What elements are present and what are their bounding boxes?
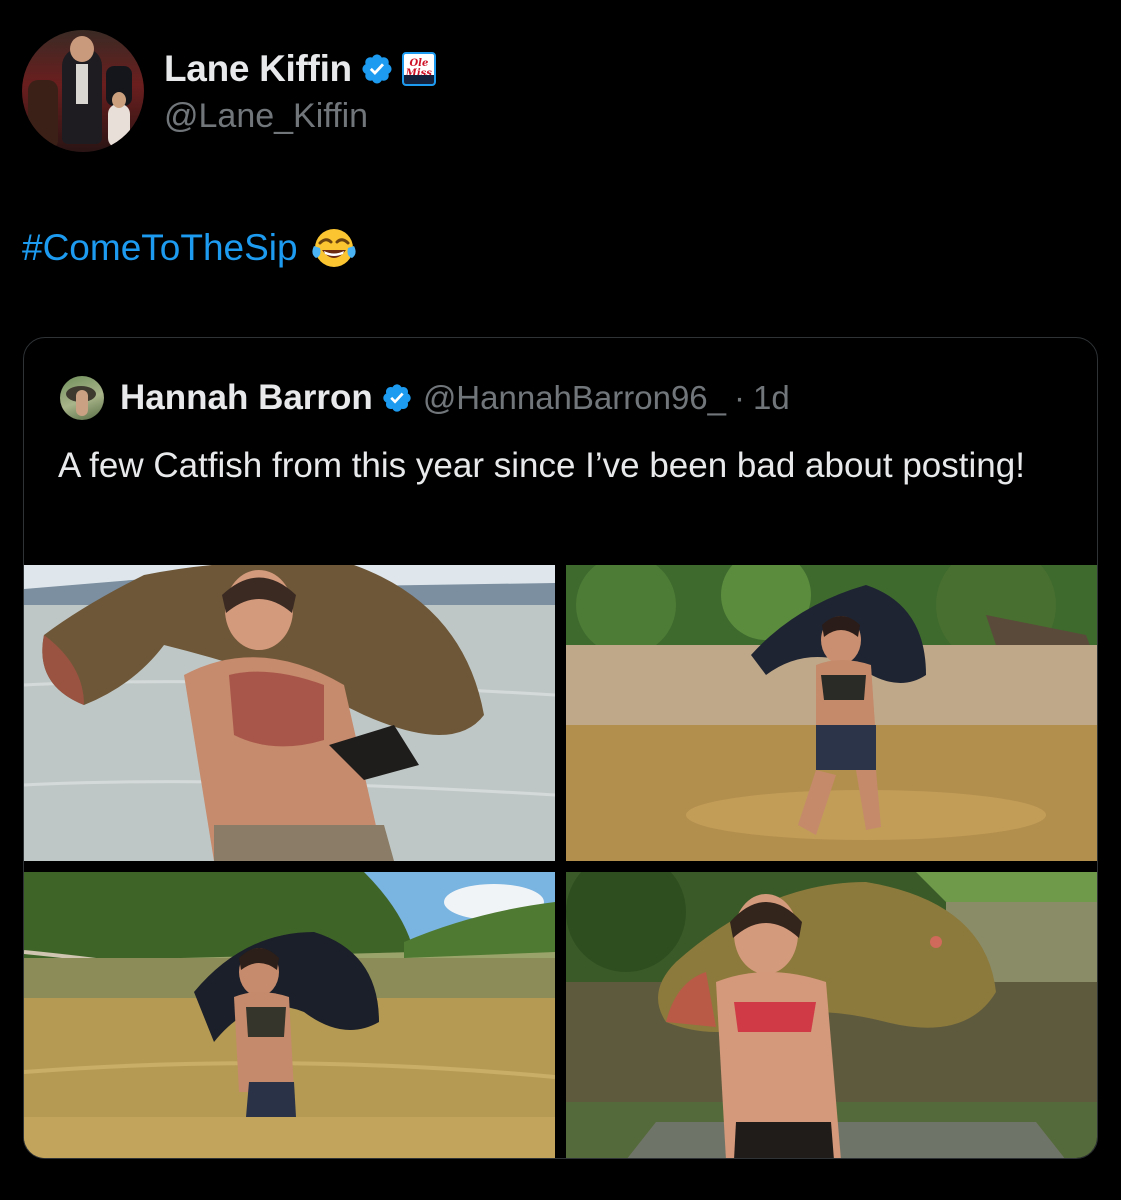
affiliation-badge[interactable]: Ole Miss xyxy=(401,51,436,86)
verified-badge-icon xyxy=(362,53,392,84)
tweet-text: #ComeToTheSip xyxy=(22,224,358,272)
quoted-tweet-card[interactable]: Hannah Barron @HannahBarron96_ · 1d A fe… xyxy=(23,337,1098,1159)
quoted-author-handle[interactable]: @HannahBarron96_ xyxy=(423,379,726,417)
tears-of-joy-emoji-icon xyxy=(311,229,356,267)
quoted-author-avatar[interactable] xyxy=(60,376,104,420)
author-display-name[interactable]: Lane Kiffin xyxy=(164,48,352,90)
quoted-photo-1[interactable] xyxy=(24,565,555,861)
affiliation-badge-text: Ole Miss xyxy=(405,57,432,79)
verified-badge-icon xyxy=(383,384,411,412)
quoted-photo-4[interactable] xyxy=(566,872,1097,1158)
author-handle[interactable]: @Lane_Kiffin xyxy=(164,97,436,136)
tweet-author[interactable]: Lane Kiffin Ole Miss @Lane_Kiffin xyxy=(22,30,436,152)
quoted-photo-2[interactable] xyxy=(566,565,1097,861)
author-avatar[interactable] xyxy=(22,30,144,152)
quoted-photo-3[interactable] xyxy=(24,872,555,1158)
quoted-tweet-text: A few Catfish from this year since I’ve … xyxy=(58,446,1025,485)
quoted-tweet-timestamp[interactable]: 1d xyxy=(753,379,790,417)
hashtag-link[interactable]: #ComeToTheSip xyxy=(22,227,298,269)
meta-separator: · xyxy=(734,379,746,416)
quoted-author-display-name[interactable]: Hannah Barron xyxy=(120,378,373,418)
